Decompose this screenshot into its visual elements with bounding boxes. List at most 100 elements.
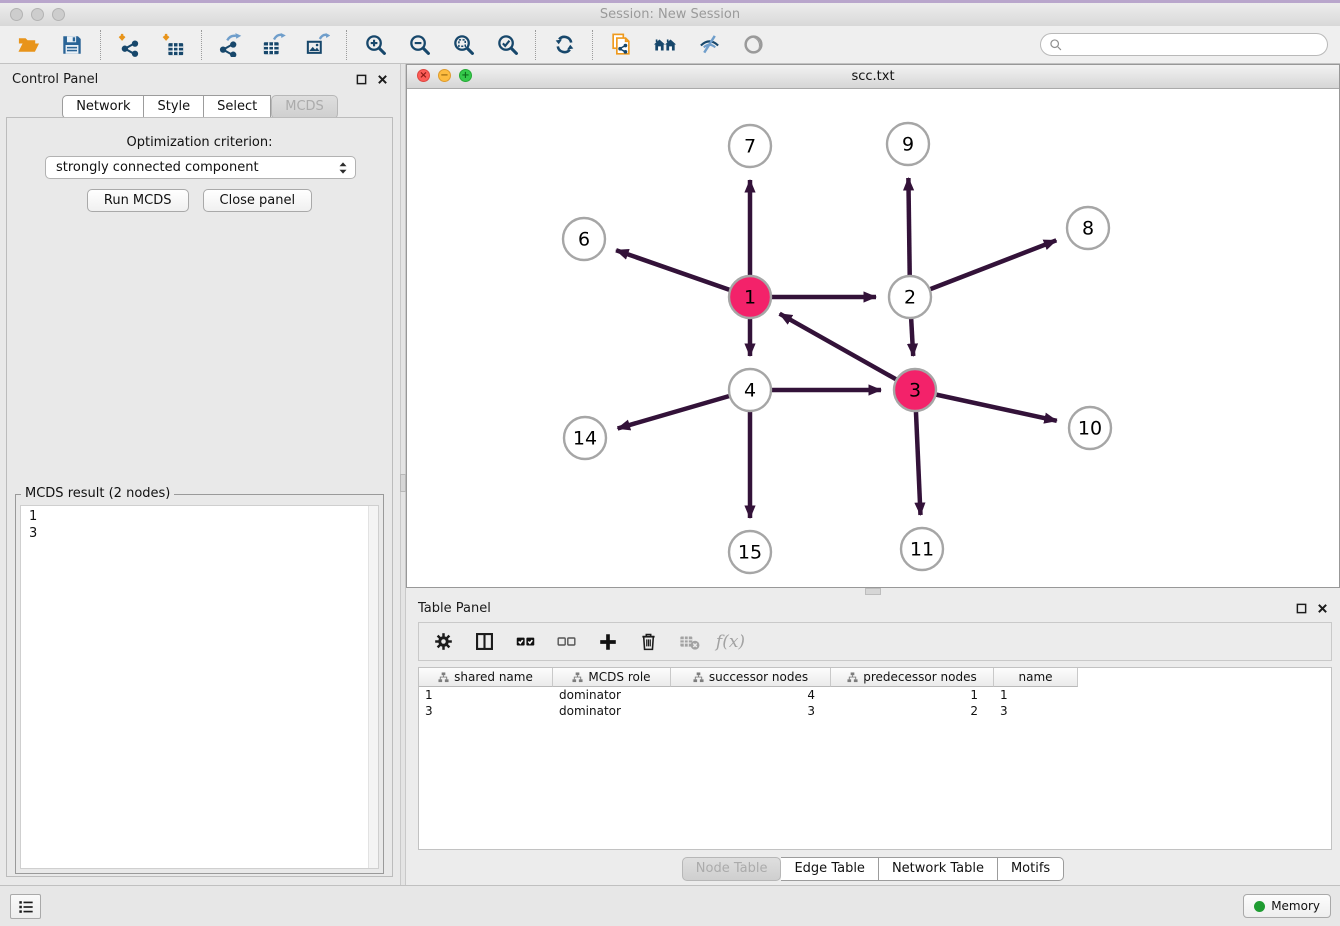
network-window-title: scc.txt [851,69,894,84]
table-cell[interactable]: 3 [994,704,1078,718]
table-cell[interactable]: dominator [553,688,671,702]
graph-node-6[interactable]: 6 [563,218,605,260]
columns-button[interactable] [466,626,503,658]
network-minimize-button[interactable]: − [438,69,451,82]
optimization-criterion-select[interactable]: strongly connected component [45,156,356,179]
control-panel-close-button[interactable] [377,74,388,85]
zoom-fit-button[interactable] [441,28,485,62]
network-window-titlebar[interactable]: × − + scc.txt [407,65,1339,89]
network-graph[interactable]: 7 9 6 8 1 2 4 3 14 10 15 11 [407,89,1339,587]
control-panel-float-button[interactable] [356,74,367,85]
hide-selected-button[interactable] [687,28,731,62]
table-cell[interactable]: 2 [831,704,994,718]
column-header-successor-nodes[interactable]: successor nodes [671,668,831,687]
tab-style[interactable]: Style [144,95,204,119]
result-scrollbar[interactable] [368,506,378,868]
main-titlebar[interactable]: Session: New Session [0,3,1340,27]
header-sort-icon [438,672,449,683]
save-button[interactable] [50,28,94,62]
search-icon [1049,38,1063,52]
zoom-in-button[interactable] [353,28,397,62]
select-all-button[interactable] [507,626,544,658]
table-cell[interactable]: 1 [994,688,1078,702]
window-close-button[interactable] [10,8,23,21]
graph-node-10[interactable]: 10 [1069,407,1111,449]
graph-node-1[interactable]: 1 [729,276,771,318]
table-panel-title: Table Panel [418,601,491,616]
export-image-button[interactable] [296,28,340,62]
task-history-button[interactable] [10,894,41,919]
header-sort-icon [572,672,583,683]
graph-edge-2-8[interactable] [910,240,1056,297]
graph-node-7[interactable]: 7 [729,125,771,167]
table-panel-float-button[interactable] [1296,603,1307,614]
refresh-button[interactable] [542,28,586,62]
export-network-button[interactable] [208,28,252,62]
mcds-result-area[interactable]: 13 [20,505,379,869]
graph-node-9[interactable]: 9 [887,123,929,165]
float-icon [356,74,367,85]
open-button[interactable] [6,28,50,62]
table-cell[interactable]: 3 [419,704,553,718]
export-image-icon [306,33,330,57]
column-header-name[interactable]: name [994,668,1078,687]
horizontal-splitter[interactable] [406,588,1340,595]
table-cell[interactable]: 3 [671,704,831,718]
tab-network[interactable]: Network [62,95,144,119]
import-network-button[interactable] [107,28,151,62]
tab-motifs[interactable]: Motifs [998,857,1064,881]
delete-table-button[interactable] [671,626,708,658]
graph-node-11[interactable]: 11 [901,528,943,570]
horizontal-splitter-handle[interactable] [865,588,881,595]
tab-edge-table[interactable]: Edge Table [781,857,878,881]
table-cell[interactable]: 4 [671,688,831,702]
network-canvas[interactable]: 7 9 6 8 1 2 4 3 14 10 15 11 [407,89,1339,587]
mcds-result-line: 1 [29,508,370,525]
graph-node-8[interactable]: 8 [1067,207,1109,249]
table-cell[interactable]: 1 [831,688,994,702]
close-panel-button[interactable]: Close panel [203,189,313,212]
zoom-out-button[interactable] [397,28,441,62]
graph-edge-3-1[interactable] [780,314,915,390]
window-minimize-button[interactable] [31,8,44,21]
graph-node-3[interactable]: 3 [894,369,936,411]
table-panel-close-button[interactable] [1317,603,1328,614]
column-header-label: name [1018,670,1052,684]
run-mcds-button[interactable]: Run MCDS [87,189,189,212]
graph-node-14[interactable]: 14 [564,417,606,459]
trash-button[interactable] [630,626,667,658]
graph-node-4[interactable]: 4 [729,369,771,411]
search-input[interactable] [1067,35,1321,56]
mcds-result-line: 3 [29,525,370,542]
graph-node-2[interactable]: 2 [889,276,931,318]
search-box [1040,33,1328,56]
memory-button[interactable]: Memory [1243,894,1331,918]
graph-node-15[interactable]: 15 [729,531,771,573]
refresh-icon [553,33,576,56]
import-table-button[interactable] [151,28,195,62]
column-header-mcds-role[interactable]: MCDS role [553,668,671,687]
tab-mcds[interactable]: MCDS [271,95,338,119]
unselect-all-button[interactable] [548,626,585,658]
table-row[interactable]: 1dominator411 [419,687,1331,703]
first-neighbors-button[interactable] [643,28,687,62]
tab-select[interactable]: Select [204,95,271,119]
zoom-selected-button[interactable] [485,28,529,62]
export-table-button[interactable] [252,28,296,62]
tab-node-table[interactable]: Node Table [682,857,782,881]
add-button[interactable] [589,626,626,658]
graph-node-label: 8 [1082,218,1094,240]
copy-network-button[interactable] [599,28,643,62]
network-close-button[interactable]: × [417,69,430,82]
show-all-button[interactable] [731,28,775,62]
function-builder-button[interactable]: f(x) [712,626,749,658]
column-header-predecessor-nodes[interactable]: predecessor nodes [831,668,994,687]
table-cell[interactable]: 1 [419,688,553,702]
column-header-shared-name[interactable]: shared name [419,668,553,687]
window-zoom-button[interactable] [52,8,65,21]
gear-button[interactable] [425,626,462,658]
table-row[interactable]: 3dominator323 [419,703,1331,719]
network-zoom-button[interactable]: + [459,69,472,82]
table-cell[interactable]: dominator [553,704,671,718]
tab-network-table[interactable]: Network Table [879,857,998,881]
